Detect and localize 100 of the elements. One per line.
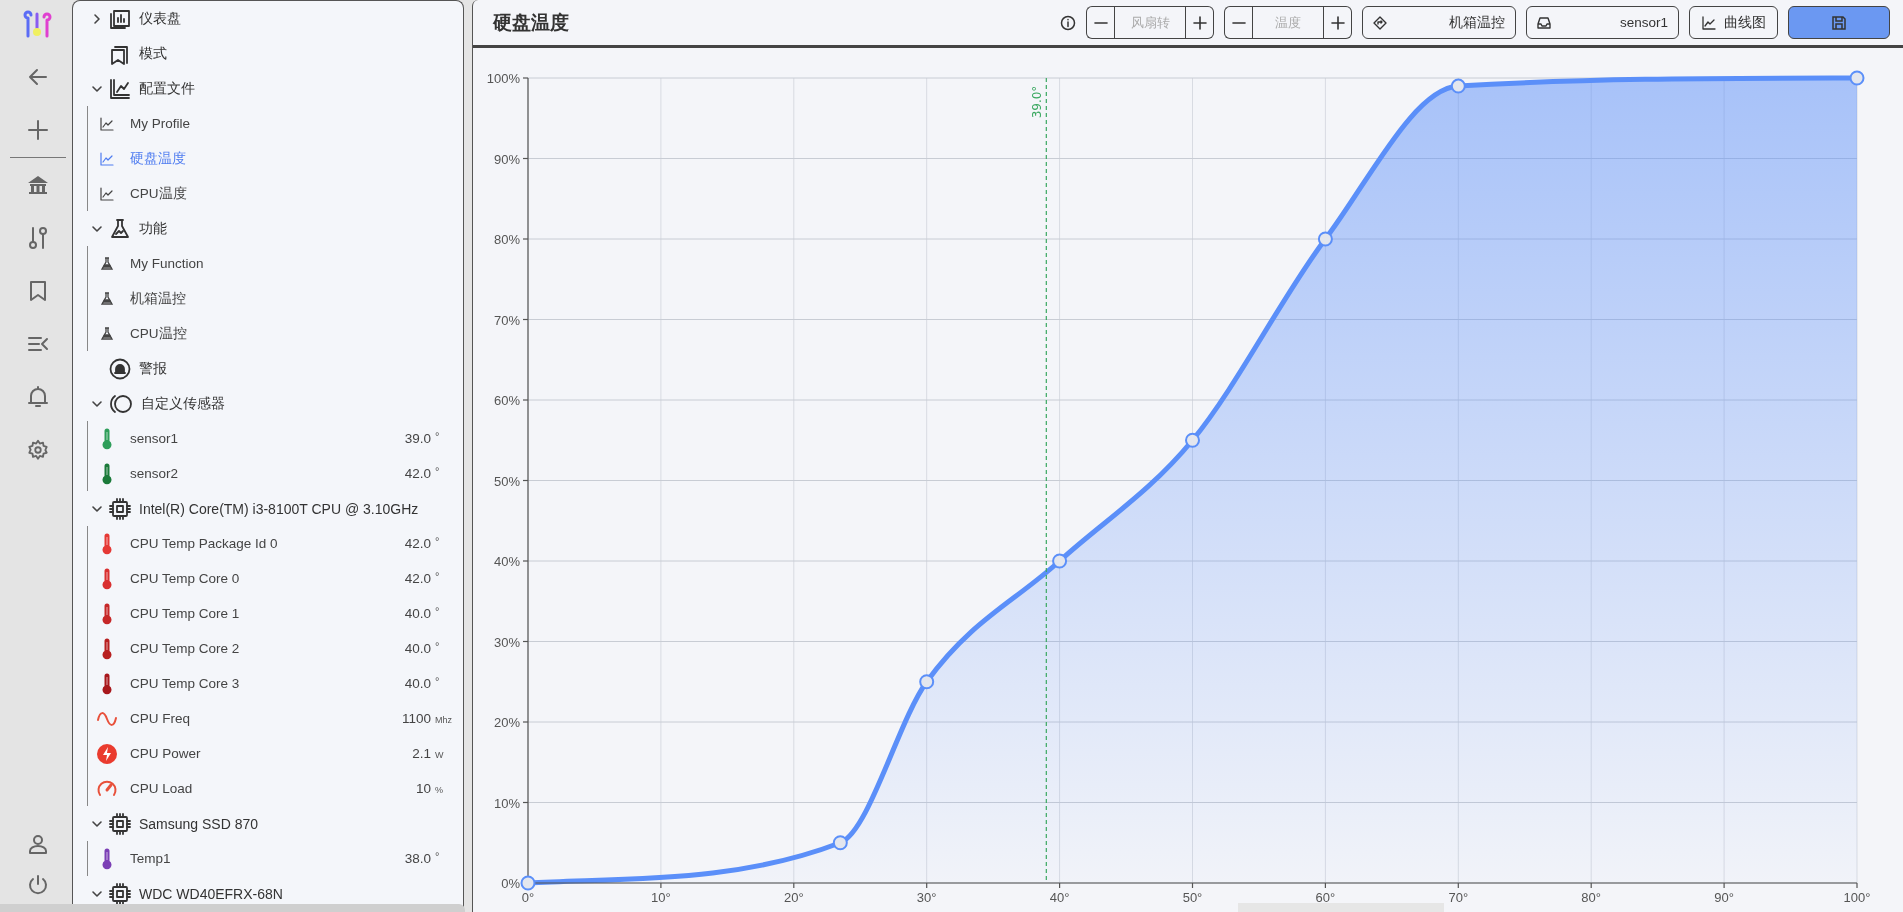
data-point[interactable]: [1849, 70, 1865, 86]
unit-label: °: [435, 465, 441, 477]
tree-item[interactable]: WDC WD40EFRX-68N: [139, 885, 283, 902]
axis-label: 100°: [1843, 890, 1871, 905]
plus-icon: [1192, 15, 1207, 30]
tree-item[interactable]: 硬盘温度: [130, 149, 453, 168]
minus-button[interactable]: [1224, 6, 1252, 39]
axis-label: 90%: [493, 151, 520, 167]
sensor-name[interactable]: CPU Temp Core 1: [130, 606, 387, 621]
sensor-name[interactable]: sensor2: [130, 466, 387, 481]
line-chart-icon: [109, 77, 131, 100]
sensor-value: 38.0: [404, 851, 431, 866]
axis-label: 10°: [651, 890, 671, 905]
chevron-icon[interactable]: [91, 12, 103, 25]
page-title: 硬盘温度: [493, 10, 569, 35]
data-point[interactable]: [520, 875, 536, 891]
sensor-icon: [109, 392, 133, 415]
chip-icon: [109, 812, 131, 835]
unit-label: °: [435, 570, 441, 582]
axis-label: 60°: [1315, 890, 1336, 905]
unit-label: °: [435, 430, 441, 442]
axis-label: 20%: [493, 715, 520, 730]
tree-item[interactable]: CPU温控: [130, 324, 453, 343]
tree-item[interactable]: My Profile: [130, 116, 453, 131]
tree-item[interactable]: Samsung SSD 870: [139, 815, 259, 832]
plus-button[interactable]: [1186, 6, 1214, 39]
unit-label: Mhz: [435, 715, 453, 725]
axis-label: 30%: [493, 634, 520, 650]
data-point[interactable]: [919, 674, 935, 690]
axis-label: 30°: [916, 890, 937, 905]
minus-icon: [1231, 21, 1246, 24]
inbox-icon: [1537, 15, 1551, 30]
info-icon[interactable]: [1060, 14, 1076, 31]
plus-button[interactable]: [1324, 6, 1352, 39]
save-icon: [1831, 14, 1847, 31]
number-field[interactable]: 风扇转: [1114, 6, 1186, 39]
sensor-value: 40.0: [404, 676, 431, 691]
sensor-select[interactable]: sensor1: [1526, 6, 1679, 39]
tree-item[interactable]: CPU温度: [130, 184, 453, 203]
axis-label: 70%: [493, 312, 520, 328]
minus-button[interactable]: [1086, 6, 1114, 39]
axis-label: 0%: [501, 876, 520, 891]
alarm-icon: [109, 357, 131, 380]
tree-item[interactable]: 仪表盘: [139, 9, 181, 28]
axis-label: 90°: [1714, 890, 1734, 905]
sensor-value: 1100: [401, 711, 431, 726]
sensor-name[interactable]: CPU Temp Core 2: [130, 641, 387, 656]
data-point[interactable]: [1317, 231, 1333, 247]
sensor-value: 40.0: [404, 641, 431, 656]
tree-item[interactable]: 自定义传感器: [141, 394, 225, 413]
tree-item[interactable]: Intel(R) Core(TM) i3-8100T CPU @ 3.10GHz: [139, 500, 419, 517]
sensor-name[interactable]: sensor1: [130, 431, 387, 446]
line-chart-icon: [1701, 15, 1716, 30]
tree-item[interactable]: My Function: [130, 256, 453, 271]
axis-label: 80°: [1581, 890, 1602, 905]
sensor-value: 40.0: [404, 606, 431, 621]
axis-label: 80%: [493, 232, 520, 247]
plus-icon: [1330, 15, 1345, 30]
diamond-icon: [1373, 15, 1387, 30]
unit-label: W: [435, 750, 445, 760]
axis-label: 70°: [1448, 890, 1469, 905]
tree-item[interactable]: 模式: [139, 44, 167, 63]
tree-item[interactable]: 配置文件: [139, 79, 195, 98]
axis-label: 40%: [493, 554, 520, 569]
lightning-icon: [96, 742, 118, 765]
sensor-value: 10: [415, 781, 431, 796]
axis-label: 50%: [493, 473, 520, 489]
sensor-value: 42.0: [404, 536, 431, 551]
sensor-value: 42.0: [404, 466, 431, 481]
unit-label: °: [435, 850, 441, 862]
axis-label: 50°: [1182, 890, 1203, 905]
chip-icon: [109, 497, 131, 520]
sensor-name[interactable]: CPU Temp Core 3: [130, 676, 387, 691]
sensor-name[interactable]: CPU Freq: [130, 711, 387, 726]
tree-item[interactable]: 机箱温控: [130, 289, 453, 308]
tree-item[interactable]: 功能: [139, 219, 167, 238]
unit-label: °: [435, 640, 441, 652]
number-field[interactable]: 温度: [1252, 6, 1324, 39]
wave-icon: [96, 709, 118, 728]
tree-item[interactable]: 警报: [139, 359, 167, 378]
sensor-name[interactable]: CPU Power: [130, 746, 387, 761]
function-select[interactable]: 机箱温控: [1362, 6, 1516, 39]
sensor-name[interactable]: Temp1: [130, 851, 387, 866]
data-point[interactable]: [1052, 553, 1068, 569]
data-point[interactable]: [832, 835, 848, 851]
axis-label: 40°: [1049, 890, 1070, 905]
sensor-name[interactable]: CPU Load: [130, 781, 387, 796]
sensor-value: 42.0: [404, 571, 431, 586]
minus-icon: [1093, 21, 1108, 24]
data-point[interactable]: [1450, 78, 1466, 94]
save-button[interactable]: [1788, 6, 1890, 39]
axis-label: 100%: [486, 71, 520, 86]
data-point[interactable]: [1185, 432, 1200, 448]
dashboard-icon: [109, 7, 131, 30]
flask-icon: [109, 217, 131, 240]
unit-label: %: [435, 785, 444, 795]
chart-button[interactable]: 曲线图: [1689, 6, 1778, 39]
sensor-name[interactable]: CPU Temp Package Id 0: [130, 536, 387, 551]
chip-icon: [109, 882, 131, 905]
sensor-name[interactable]: CPU Temp Core 0: [130, 571, 387, 586]
